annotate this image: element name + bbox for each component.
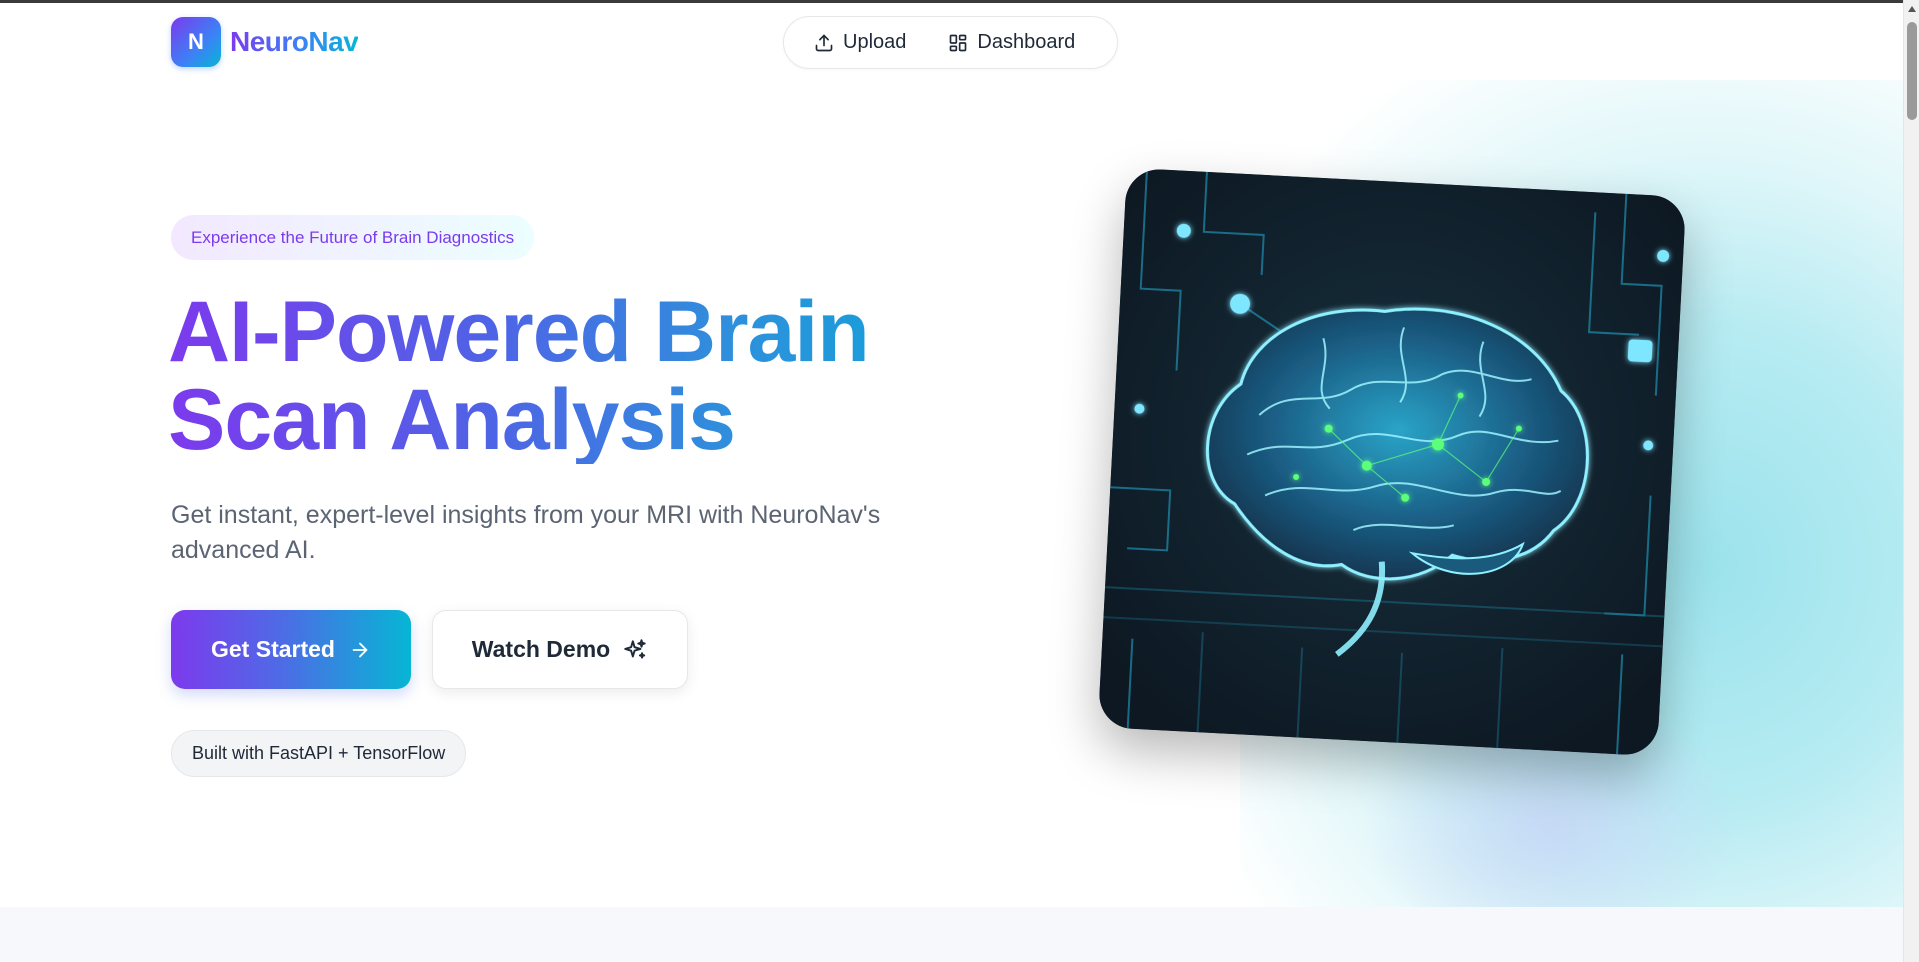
brand-logo-link[interactable]: N NeuroNav — [171, 17, 359, 67]
watch-demo-label: Watch Demo — [471, 636, 611, 662]
dashboard-grid-icon — [950, 34, 967, 51]
hero-brain-image — [1097, 167, 1687, 757]
watch-demo-button[interactable]: Watch Demo — [432, 610, 688, 689]
arrow-right-icon — [352, 642, 368, 657]
window-top-edge — [0, 0, 1919, 3]
nav-item-label: Dashboard — [977, 31, 1076, 53]
hero-subtitle: Get instant, expert-level insights from … — [171, 501, 881, 564]
get-started-button[interactable]: Get Started — [171, 610, 411, 689]
page-scrollbar[interactable] — [1903, 0, 1919, 962]
hero-title: AI-Powered Brain Scan Analysis — [168, 288, 968, 464]
next-section-background — [0, 907, 1903, 962]
scroll-up-icon[interactable] — [1908, 6, 1916, 12]
hero-title-line-2: Scan Analysis — [168, 372, 735, 468]
hero-badge: Experience the Future of Brain Diagnosti… — [171, 215, 535, 260]
nav-item-upload[interactable]: Upload — [814, 31, 906, 54]
nav-item-label: Upload — [843, 31, 907, 53]
tech-stack-pill: Built with FastAPI + TensorFlow — [171, 730, 467, 777]
upload-icon — [815, 34, 833, 51]
brain-illustration — [1097, 167, 1687, 757]
nav-item-dashboard[interactable]: Dashboard — [948, 31, 1075, 54]
top-nav: Upload Dashboard — [783, 16, 1118, 69]
hero-title-line-1: AI-Powered Brain — [168, 284, 869, 380]
sparkles-icon — [624, 638, 646, 659]
brand-name: NeuroNav — [230, 26, 359, 57]
scrollbar-thumb[interactable] — [1907, 22, 1917, 120]
get-started-label: Get Started — [211, 636, 335, 662]
logo-mark: N — [171, 17, 221, 67]
